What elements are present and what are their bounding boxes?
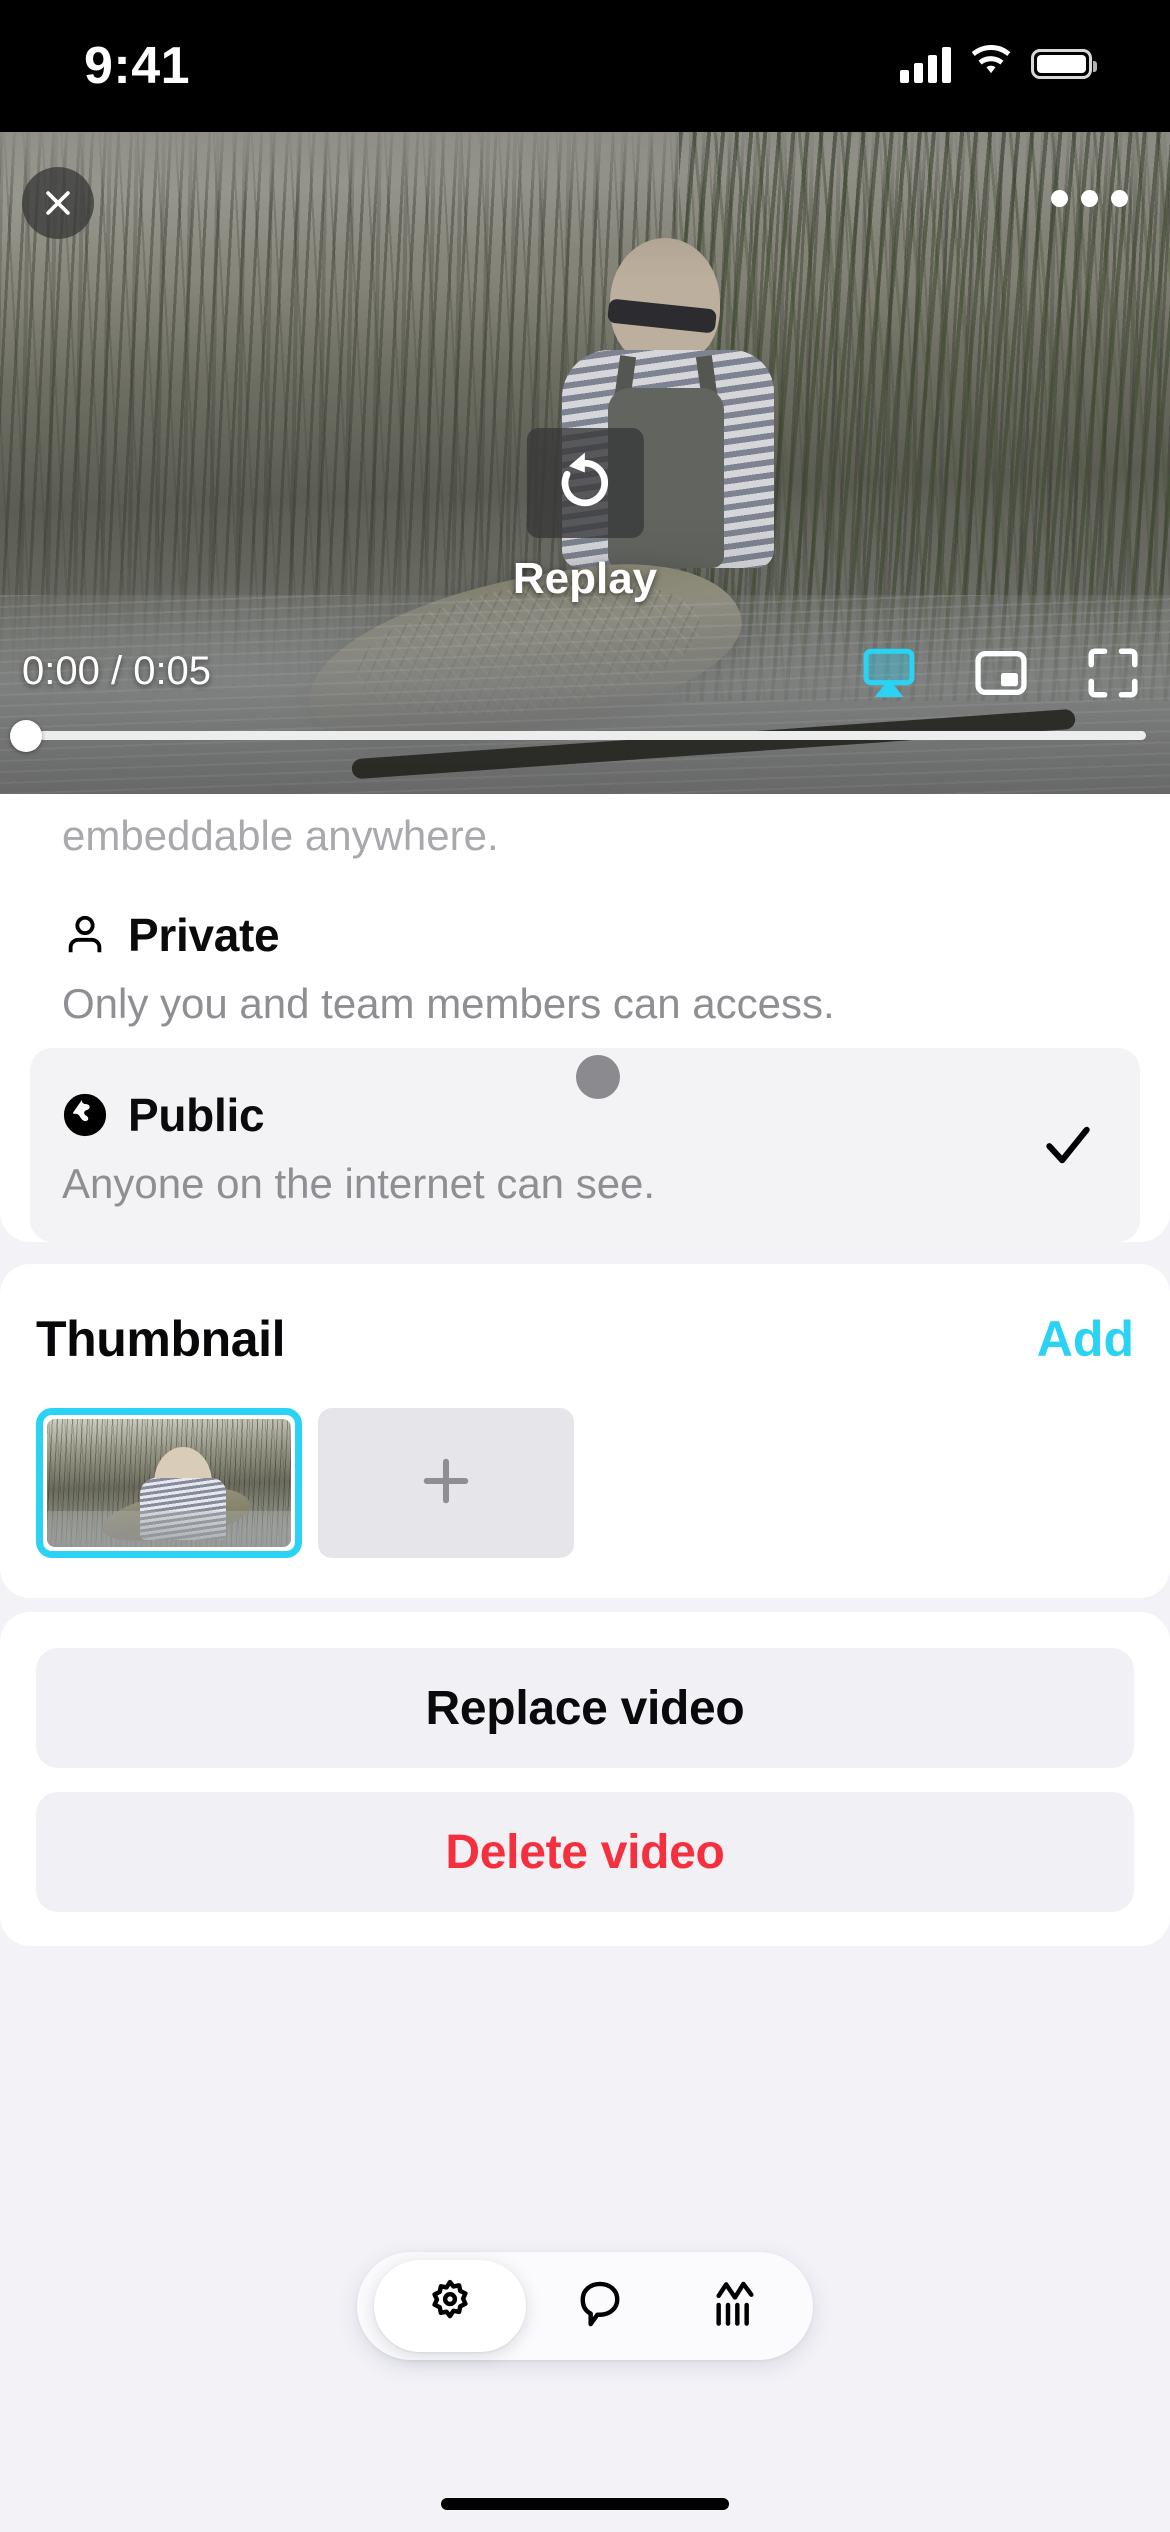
wifi-icon — [968, 44, 1014, 83]
tab-analytics[interactable] — [674, 2260, 796, 2352]
truncated-description: embeddable anywhere. — [62, 812, 499, 859]
app-screen: 9:41 Replay 0:00 / 0:05 embeddable anywh… — [0, 0, 1170, 2532]
progress-track[interactable] — [28, 731, 1146, 740]
thumbnail-title: Thumbnail — [36, 1311, 286, 1367]
home-indicator — [441, 2498, 729, 2510]
person-icon — [62, 912, 108, 958]
comment-bubble-icon — [572, 2276, 628, 2337]
checkmark-icon — [1040, 1117, 1096, 1173]
tab-settings[interactable] — [373, 2260, 526, 2352]
privacy-option-private[interactable]: Private Only you and team members can ac… — [30, 862, 1140, 1034]
privacy-card: embeddable anywhere. Private Only you an… — [0, 794, 1170, 1242]
replay-icon[interactable] — [526, 428, 644, 538]
video-player[interactable]: Replay 0:00 / 0:05 — [0, 132, 1170, 794]
airplay-icon[interactable] — [860, 644, 918, 702]
progress-knob[interactable] — [10, 720, 42, 752]
thumbnail-add-slot[interactable] — [318, 1408, 574, 1558]
thumbnail-card: Thumbnail Add — [0, 1264, 1170, 1598]
add-thumbnail-button[interactable]: Add — [1037, 1310, 1134, 1368]
picture-in-picture-icon[interactable] — [972, 644, 1030, 702]
thumbnail-header: Thumbnail Add — [36, 1310, 1134, 1368]
replace-video-button[interactable]: Replace video — [36, 1648, 1134, 1768]
privacy-private-description: Only you and team members can access. — [62, 980, 835, 1027]
privacy-public-title: Public — [128, 1089, 265, 1141]
privacy-private-title: Private — [128, 909, 280, 961]
analytics-chart-icon — [707, 2276, 763, 2337]
thumbnail-option-selected[interactable] — [36, 1408, 302, 1558]
globe-icon — [62, 1092, 108, 1138]
close-icon[interactable] — [22, 167, 94, 239]
cellular-signal-icon — [900, 45, 951, 83]
thumbnail-list — [36, 1408, 1134, 1558]
status-bar: 9:41 — [0, 0, 1170, 132]
delete-video-button[interactable]: Delete video — [36, 1792, 1134, 1912]
plus-icon — [413, 1448, 479, 1519]
video-progress-scrubber[interactable] — [0, 714, 1170, 754]
video-actions-card: Replace video Delete video — [0, 1612, 1170, 1946]
bottom-tab-bar — [357, 2252, 813, 2360]
replay-control[interactable]: Replay — [513, 428, 657, 604]
status-bar-time: 9:41 — [84, 37, 191, 95]
tab-comments[interactable] — [539, 2260, 661, 2352]
battery-icon — [1031, 48, 1097, 79]
touch-cursor-indicator — [576, 1055, 620, 1099]
privacy-private-header: Private — [62, 908, 1108, 962]
video-control-icons — [860, 644, 1142, 702]
replay-label: Replay — [512, 554, 658, 603]
status-bar-indicators — [900, 44, 1097, 83]
more-options-icon[interactable] — [1051, 190, 1128, 207]
privacy-public-description: Anyone on the internet can see. — [62, 1160, 656, 1207]
thumbnail-preview-image — [47, 1419, 291, 1547]
privacy-public-header: Public — [62, 1088, 1108, 1142]
video-timecode: 0:00 / 0:05 — [22, 649, 212, 693]
gear-icon — [422, 2276, 478, 2337]
fullscreen-icon[interactable] — [1084, 644, 1142, 702]
